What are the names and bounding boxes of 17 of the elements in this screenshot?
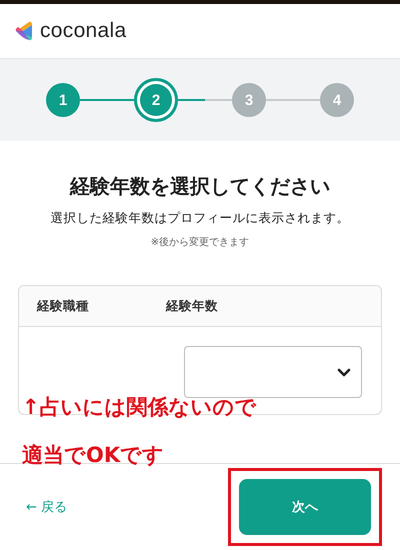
column-header: 経験年数	[166, 298, 218, 314]
next-button[interactable]: 次へ	[239, 479, 371, 535]
page-title: 経験年数を選択してください	[68, 173, 331, 200]
back-link[interactable]: ← 戻る	[26, 498, 68, 516]
years-dropdown[interactable]	[184, 346, 362, 398]
description-text: 選択した経験年数はプロフィールに表示されます。	[50, 210, 350, 227]
step-indicator: 4	[320, 83, 354, 117]
chevron-down-icon	[337, 368, 351, 376]
logo-icon	[13, 20, 35, 42]
step-indicator: 2	[134, 78, 178, 122]
step-indicator: 1	[46, 83, 80, 117]
note-text: ※後から変更できます	[150, 236, 250, 249]
column-header: 経験職種	[36, 298, 90, 314]
annotation-text: 適当でOKです	[22, 442, 164, 469]
logo-text: coconala	[40, 19, 126, 43]
annotation-text: ↑占いには関係ないので	[22, 394, 257, 421]
step-indicator: 3	[232, 83, 266, 117]
